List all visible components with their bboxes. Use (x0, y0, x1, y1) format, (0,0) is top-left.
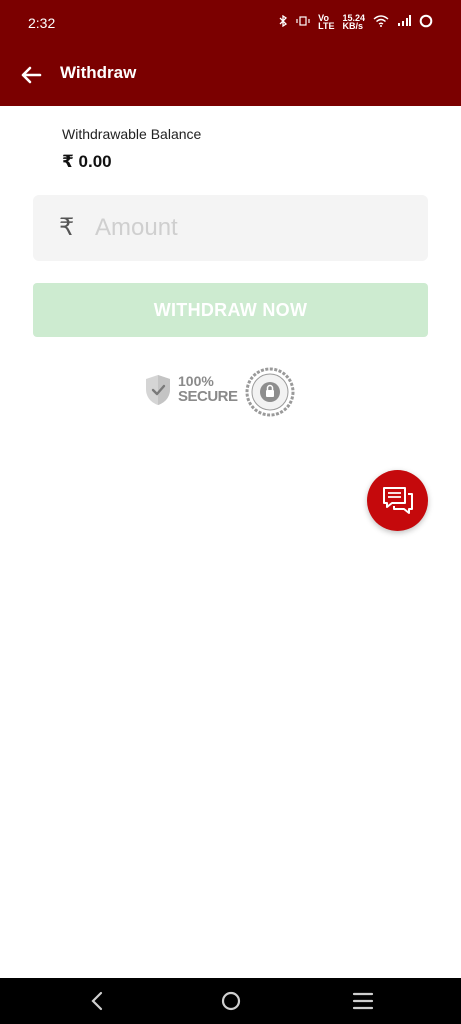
chat-support-button[interactable] (367, 470, 428, 531)
secure-word: SECURE (178, 388, 238, 405)
circle-home-icon (221, 991, 241, 1011)
volte-icon: Vo LTE (318, 13, 335, 31)
balance-value: ₹ 0.00 (62, 152, 112, 171)
nav-back-button[interactable] (88, 990, 108, 1017)
arrow-left-icon (21, 66, 42, 84)
status-icons: Vo LTE 15.24 KB/s (278, 13, 433, 31)
nav-home-button[interactable] (219, 989, 243, 1018)
chat-bubbles-icon (383, 487, 413, 514)
status-time: 2:32 (28, 15, 56, 31)
nav-recents-button[interactable] (352, 991, 374, 1016)
back-button[interactable] (18, 62, 44, 88)
network-speed: 15.24 KB/s (342, 13, 365, 31)
menu-lines-icon (352, 992, 374, 1010)
secure-text: 100% SECURE (178, 373, 238, 405)
secure-percent: 100% (178, 373, 214, 389)
chevron-left-icon (91, 991, 103, 1011)
battery-icon (419, 14, 433, 30)
amount-field[interactable]: ₹ (33, 195, 428, 261)
shield-check-icon (146, 375, 170, 405)
app-bar: Withdraw (0, 46, 461, 106)
wifi-icon (373, 15, 389, 29)
vibrate-icon (296, 16, 310, 28)
system-navigation-bar (0, 978, 461, 1024)
secure-badges: 100% SECURE (143, 367, 303, 417)
status-bar: 2:32 Vo LTE 15.24 KB/s (0, 0, 461, 46)
page-title: Withdraw (60, 63, 137, 82)
rupee-icon: ₹ (59, 214, 75, 241)
safe-secure-seal-icon (245, 367, 295, 417)
withdraw-now-button[interactable]: WITHDRAW NOW (33, 283, 428, 337)
signal-icon (397, 15, 411, 29)
balance-label: Withdrawable Balance (62, 126, 202, 142)
amount-input[interactable] (93, 207, 417, 249)
bluetooth-icon (278, 14, 288, 29)
